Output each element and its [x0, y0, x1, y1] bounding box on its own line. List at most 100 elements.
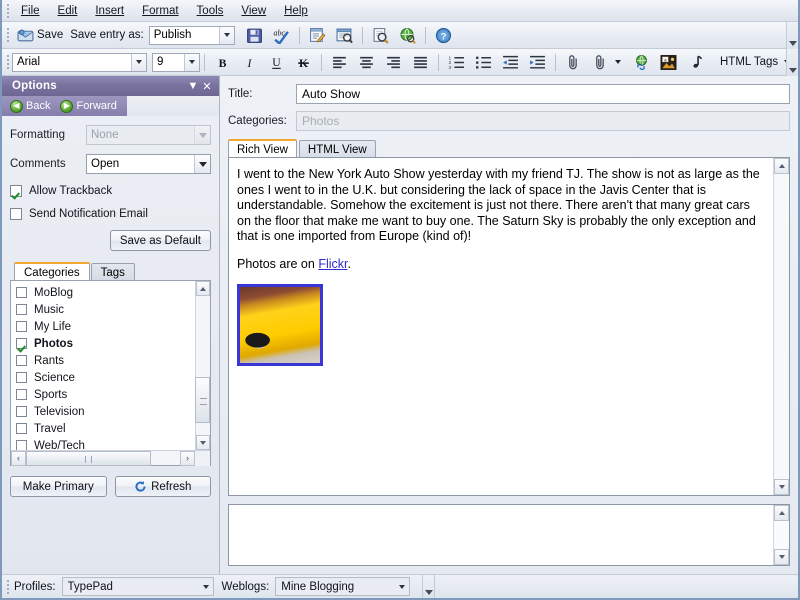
bold-button[interactable]: B — [209, 51, 236, 73]
back-button[interactable]: ◀ Back — [10, 99, 56, 113]
menu-item-file[interactable]: File — [12, 2, 49, 20]
scroll-up-button[interactable] — [774, 158, 789, 174]
scroll-down-button[interactable] — [774, 479, 789, 495]
tab-categories[interactable]: Categories — [14, 262, 90, 281]
vertical-scroll-thumb[interactable] — [195, 377, 210, 423]
list-item[interactable]: Web/Tech — [16, 437, 210, 450]
horizontal-scroll-track[interactable] — [26, 450, 180, 466]
save-button[interactable]: Save — [12, 24, 68, 46]
scroll-right-button[interactable]: › — [180, 450, 195, 466]
comments-select[interactable]: Open — [86, 154, 211, 174]
chevron-down-icon[interactable] — [395, 578, 409, 595]
scroll-up-button[interactable] — [196, 281, 210, 296]
close-icon[interactable]: ✕ — [200, 79, 214, 93]
category-checkbox[interactable] — [16, 338, 27, 349]
category-checkbox[interactable] — [16, 372, 27, 383]
chevron-down-icon[interactable] — [612, 54, 623, 71]
editor-vertical-scrollbar[interactable] — [773, 158, 789, 495]
category-checkbox[interactable] — [16, 321, 27, 332]
underline-button[interactable]: U — [263, 51, 290, 73]
menu-item-edit[interactable]: Edit — [49, 2, 87, 20]
statusbar-gripper[interactable] — [4, 579, 12, 595]
open-weblog-button[interactable] — [394, 24, 421, 46]
make-primary-button[interactable]: Make Primary — [10, 476, 107, 497]
chevron-down-icon[interactable] — [184, 53, 199, 71]
strikethrough-button[interactable]: K — [290, 51, 317, 73]
insert-audio-button[interactable] — [682, 51, 709, 73]
attachment-dropdown-button[interactable] — [587, 51, 628, 73]
chevron-down-icon[interactable] — [194, 126, 210, 144]
chevron-down-icon[interactable]: ▼ — [186, 79, 200, 93]
format-toolbar-gripper[interactable] — [4, 54, 12, 70]
chevron-down-icon[interactable] — [218, 26, 234, 44]
allow-trackback-row[interactable]: Allow Trackback — [10, 185, 211, 197]
main-toolbar-overflow-button[interactable] — [786, 22, 798, 49]
scroll-up-button[interactable] — [774, 505, 789, 521]
menu-item-format[interactable]: Format — [133, 2, 187, 20]
send-notification-email-row[interactable]: Send Notification Email — [10, 208, 211, 220]
refresh-button[interactable]: Refresh — [114, 476, 211, 497]
font-family-combo[interactable]: Arial — [12, 52, 147, 72]
print-preview-button[interactable] — [367, 24, 394, 46]
edit-entry-button[interactable] — [304, 24, 331, 46]
list-item[interactable]: MoBlog — [16, 284, 210, 301]
tab-tags[interactable]: Tags — [90, 263, 135, 281]
scroll-down-button[interactable] — [774, 549, 789, 565]
statusbar-overflow-button[interactable] — [422, 575, 435, 598]
list-item[interactable]: Music — [16, 301, 210, 318]
entry-body[interactable]: I went to the New York Auto Show yesterd… — [229, 158, 773, 495]
align-justify-button[interactable] — [407, 51, 434, 73]
align-right-button[interactable] — [380, 51, 407, 73]
menu-item-view[interactable]: View — [232, 2, 275, 20]
chevron-down-icon[interactable] — [131, 53, 146, 71]
category-checkbox[interactable] — [16, 389, 27, 400]
ordered-list-button[interactable]: 123 — [443, 51, 470, 73]
preview-button[interactable] — [331, 24, 358, 46]
list-item[interactable]: Travel — [16, 420, 210, 437]
outdent-button[interactable] — [497, 51, 524, 73]
categories-horizontal-scrollbar[interactable]: ‹ › — [11, 450, 210, 466]
spellcheck-button[interactable]: abc — [268, 24, 295, 46]
indent-button[interactable] — [524, 51, 551, 73]
category-checkbox[interactable] — [16, 304, 27, 315]
unordered-list-button[interactable] — [470, 51, 497, 73]
scroll-down-button[interactable] — [196, 435, 210, 450]
chevron-down-icon[interactable] — [194, 155, 210, 173]
insert-image-button[interactable]: a — [655, 51, 682, 73]
extended-entry-editor[interactable] — [228, 504, 790, 566]
tab-html-view[interactable]: HTML View — [298, 140, 376, 158]
flickr-link[interactable]: Flickr — [318, 257, 347, 271]
category-checkbox[interactable] — [16, 423, 27, 434]
list-item[interactable]: Rants — [16, 352, 210, 369]
extended-entry-scrollbar[interactable] — [773, 505, 789, 565]
help-button[interactable]: ? — [430, 24, 457, 46]
yellow-sports-car-photo[interactable] — [237, 284, 323, 366]
list-item[interactable]: Sports — [16, 386, 210, 403]
profiles-combo[interactable]: TypePad — [61, 577, 214, 596]
save-as-default-button[interactable]: Save as Default — [109, 230, 211, 251]
allow-trackback-checkbox[interactable] — [10, 185, 22, 197]
categories-list[interactable]: MoBlog Music My Life Photos Rants Scienc… — [11, 281, 210, 450]
category-checkbox[interactable] — [16, 355, 27, 366]
forward-button[interactable]: ▶ Forward — [60, 99, 122, 113]
title-input[interactable]: Auto Show — [296, 84, 790, 104]
align-center-button[interactable] — [353, 51, 380, 73]
menu-item-insert[interactable]: Insert — [86, 2, 133, 20]
list-item[interactable]: Television — [16, 403, 210, 420]
html-tags-button[interactable]: HTML Tags — [715, 51, 797, 73]
save-disk-button[interactable] — [241, 24, 268, 46]
font-size-combo[interactable]: 9 — [152, 52, 200, 72]
menu-item-help[interactable]: Help — [275, 2, 317, 20]
category-checkbox[interactable] — [16, 406, 27, 417]
categories-vertical-scrollbar[interactable] — [195, 281, 210, 450]
category-checkbox[interactable] — [16, 287, 27, 298]
horizontal-scroll-thumb[interactable] — [26, 450, 151, 466]
list-item[interactable]: Photos — [16, 335, 210, 352]
publish-state-combo[interactable]: Publish — [148, 25, 235, 45]
category-checkbox[interactable] — [16, 440, 27, 450]
list-item[interactable]: My Life — [16, 318, 210, 335]
chevron-down-icon[interactable] — [199, 578, 213, 595]
list-item[interactable]: Science — [16, 369, 210, 386]
align-left-button[interactable] — [326, 51, 353, 73]
main-toolbar-gripper[interactable] — [4, 27, 12, 43]
